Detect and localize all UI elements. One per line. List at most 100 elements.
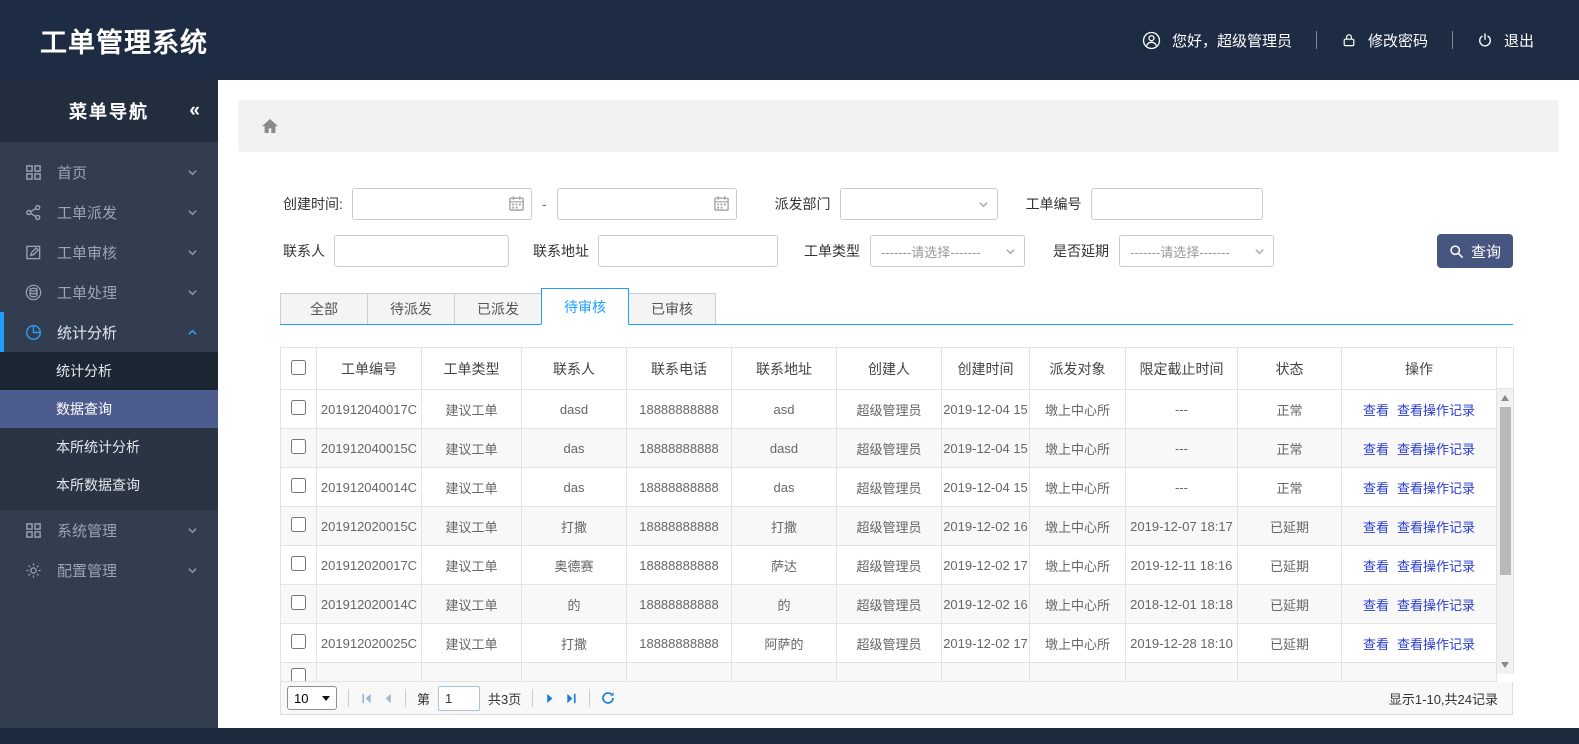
view-link[interactable]: 查看 (1363, 442, 1389, 457)
change-password-button[interactable]: 修改密码 (1341, 30, 1428, 51)
page-size-select[interactable]: 10 (287, 686, 337, 710)
first-page-button[interactable] (360, 692, 373, 705)
last-page-button[interactable] (565, 692, 578, 705)
view-link[interactable]: 查看 (1363, 637, 1389, 652)
scroll-up-arrow-icon[interactable] (1501, 395, 1509, 401)
sidebar-subitem-4-1[interactable]: 数据查询 (0, 390, 218, 428)
user-greeting[interactable]: 您好，超级管理员 (1142, 30, 1292, 51)
scrollbar-thumb[interactable] (1500, 407, 1511, 575)
contact-input[interactable] (334, 235, 509, 267)
view-link[interactable]: 查看 (1363, 559, 1389, 574)
creator-cell: 超级管理员 (836, 545, 942, 585)
logout-button[interactable]: 退出 (1477, 30, 1534, 51)
dispatch-target-cell: 墩上中心所 (1029, 428, 1126, 468)
column-header-1: 工单类型 (421, 347, 522, 390)
create-time-from-input[interactable] (351, 188, 532, 220)
select-all-header-cell (280, 347, 317, 390)
sidebar-subitem-4-2[interactable]: 本所统计分析 (0, 428, 218, 466)
creator-cell: 超级管理员 (836, 584, 942, 624)
view-link[interactable]: 查看 (1363, 481, 1389, 496)
deadline-cell: --- (1125, 389, 1238, 429)
sidebar-item-0[interactable]: 首页 (0, 152, 218, 192)
creator-cell: 超级管理员 (836, 467, 942, 507)
sidebar-item-5[interactable]: 系统管理 (0, 510, 218, 550)
table-body: 201912040017C 建议工单 dasd 18888888888 asd 超级管理员… (280, 389, 1497, 682)
next-page-button[interactable] (544, 692, 557, 705)
row-checkbox[interactable] (291, 634, 306, 649)
order-type-select[interactable]: -------请选择------- (870, 235, 1025, 267)
row-checkbox[interactable] (291, 595, 306, 610)
table-row-partial (280, 662, 1497, 682)
view-log-link[interactable]: 查看操作记录 (1397, 637, 1475, 652)
view-link[interactable]: 查看 (1363, 403, 1389, 418)
is-delayed-select[interactable]: -------请选择------- (1119, 235, 1274, 267)
table-scrollbar[interactable] (1497, 347, 1514, 682)
sidebar-subitem-4-3[interactable]: 本所数据查询 (0, 466, 218, 504)
sidebar-item-label: 工单派发 (57, 204, 118, 222)
order-no-cell: 201912020017C (316, 545, 422, 585)
sidebar-item-label: 统计分析 (57, 324, 118, 342)
calendar-icon[interactable] (508, 195, 525, 212)
tab-1[interactable]: 待派发 (367, 293, 455, 324)
view-log-link[interactable]: 查看操作记录 (1397, 403, 1475, 418)
view-log-link[interactable]: 查看操作记录 (1397, 481, 1475, 496)
sidebar-item-2[interactable]: 工单审核 (0, 232, 218, 272)
sidebar-subitem-4-0[interactable]: 统计分析 (0, 352, 218, 390)
scrollbar-track[interactable] (1497, 389, 1514, 674)
search-button[interactable]: 查询 (1437, 234, 1513, 268)
address-input[interactable] (598, 235, 778, 267)
row-checkbox[interactable] (291, 668, 306, 681)
date-from-wrap (351, 188, 532, 220)
tab-3[interactable]: 待审核 (541, 288, 629, 325)
app-window: 工单管理系统 您好，超级管理员 修改密码 退出 菜单导航 « 首页 工单派发 工… (0, 0, 1579, 744)
sidebar-item-6[interactable]: 配置管理 (0, 550, 218, 590)
calendar-icon[interactable] (713, 195, 730, 212)
sidebar-item-4[interactable]: 统计分析 (0, 312, 218, 352)
contact-cell: 打撒 (521, 506, 627, 546)
record-summary: 显示1-10,共24记录 (1388, 691, 1498, 707)
column-header-2: 联系人 (521, 347, 627, 390)
table-cell (941, 662, 1030, 682)
is-delayed-value: -------请选择------- (1130, 244, 1230, 260)
order-type-cell: 建议工单 (421, 467, 522, 507)
create-time-label: 创建时间: (283, 196, 343, 212)
address-label: 联系地址 (533, 243, 589, 259)
sidebar-item-3[interactable]: 工单处理 (0, 272, 218, 312)
tab-0[interactable]: 全部 (280, 293, 368, 324)
sidebar-item-1[interactable]: 工单派发 (0, 192, 218, 232)
view-link[interactable]: 查看 (1363, 598, 1389, 613)
row-checkbox[interactable] (291, 517, 306, 532)
order-no-input[interactable] (1090, 188, 1263, 220)
chevron-down-icon (187, 167, 198, 178)
dispatch-dept-select[interactable] (839, 188, 998, 220)
address-cell: 打撒 (731, 506, 837, 546)
select-all-checkbox[interactable] (291, 359, 306, 375)
refresh-button[interactable] (601, 691, 615, 705)
tab-2[interactable]: 已派发 (454, 293, 542, 324)
view-link[interactable]: 查看 (1363, 520, 1389, 535)
row-checkbox[interactable] (291, 400, 306, 415)
view-log-link[interactable]: 查看操作记录 (1397, 559, 1475, 574)
contact-cell: 奥德赛 (521, 545, 627, 585)
column-header-7: 派发对象 (1029, 347, 1126, 390)
row-checkbox[interactable] (291, 556, 306, 571)
prev-page-button[interactable] (381, 692, 394, 705)
work-order-table: 工单编号 工单类型 联系人 联系电话 联系地址 创建人 创建时间 派发对象 限定截止时间 状态 操作… (280, 347, 1497, 682)
table-cell (421, 662, 522, 682)
edit-icon (24, 243, 43, 262)
row-checkbox[interactable] (291, 478, 306, 493)
collapse-sidebar-button[interactable]: « (189, 100, 200, 122)
view-log-link[interactable]: 查看操作记录 (1397, 442, 1475, 457)
page-size-value: 10 (294, 690, 309, 706)
view-log-link[interactable]: 查看操作记录 (1397, 520, 1475, 535)
home-icon[interactable] (260, 116, 280, 136)
process-icon (24, 283, 43, 302)
footer-bar (0, 728, 1579, 744)
view-log-link[interactable]: 查看操作记录 (1397, 598, 1475, 613)
row-checkbox[interactable] (291, 439, 306, 454)
tab-4[interactable]: 已审核 (628, 293, 716, 324)
page-number-input[interactable] (438, 685, 481, 711)
share-icon (24, 203, 43, 222)
create-time-to-input[interactable] (556, 188, 737, 220)
scroll-down-arrow-icon[interactable] (1501, 662, 1509, 668)
